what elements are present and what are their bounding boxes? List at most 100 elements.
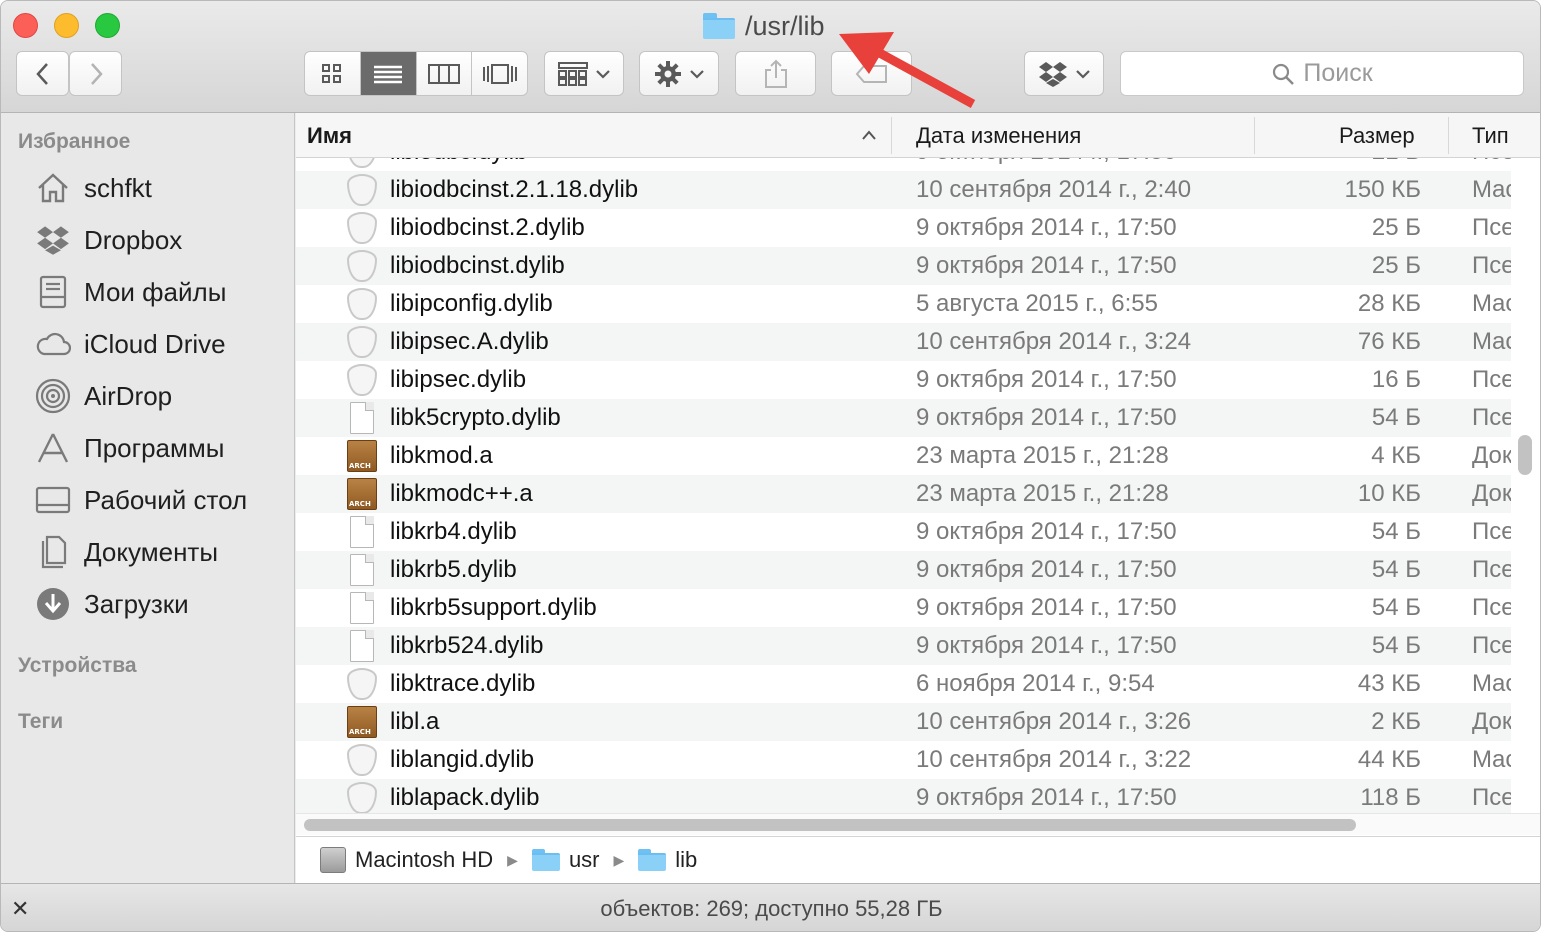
tag-button[interactable]	[831, 51, 912, 96]
horizontal-scrollbar[interactable]	[304, 819, 1356, 831]
hard-drive-icon	[320, 847, 346, 873]
table-row[interactable]: liblangid.dylib 10 сентября 2014 г., 3:22…	[296, 741, 1511, 779]
share-icon	[764, 59, 787, 88]
column-header-name[interactable]: Имя	[307, 123, 352, 149]
file-size: 150 КБ	[1344, 176, 1421, 203]
file-type: Псевдоним	[1472, 404, 1511, 431]
file-type: Mach-O	[1472, 670, 1511, 697]
table-row[interactable]: libipsec.A.dylib 10 сентября 2014 г., 3:2…	[296, 323, 1511, 361]
file-name: libkrb524.dylib	[390, 632, 544, 659]
search-placeholder: Поиск	[1303, 59, 1373, 87]
vertical-scrollbar[interactable]	[1518, 435, 1532, 475]
dropbox-icon	[35, 222, 71, 258]
document-file-icon	[350, 516, 374, 548]
sidebar-item-dropbox[interactable]: Dropbox	[35, 220, 182, 260]
column-header-date[interactable]: Дата изменения	[916, 123, 1081, 149]
document-file-icon	[350, 630, 374, 662]
sidebar-item-airdrop[interactable]: AirDrop	[35, 376, 172, 416]
close-button[interactable]	[13, 13, 38, 38]
file-name: libiodbcinst.dylib	[390, 252, 565, 279]
table-row[interactable]: libiodbcinst.dylib 9 октября 2014 г., 17:…	[296, 247, 1511, 285]
file-date: 10 сентября 2014 г., 3:26	[916, 708, 1192, 735]
file-type: Псевдоним	[1472, 632, 1511, 659]
path-item-lib[interactable]: lib	[638, 847, 697, 873]
file-date: 5 августа 2015 г., 6:55	[916, 290, 1158, 317]
table-row[interactable]: libl.a 10 сентября 2014 г., 3:26 2 КБ Докум…	[296, 703, 1511, 741]
table-row[interactable]: libkmodc++.a 23 марта 2015 г., 21:28 10 КБ…	[296, 475, 1511, 513]
column-header-type[interactable]: Тип	[1472, 123, 1509, 149]
coverflow-view-icon	[482, 63, 517, 84]
sidebar-item-label: Документы	[84, 536, 219, 567]
sidebar-item-label: Рабочий стол	[84, 484, 248, 515]
file-date: 9 октября 2014 г., 17:50	[916, 158, 1177, 166]
path-item-macintosh-hd[interactable]: Macintosh HD	[320, 847, 493, 873]
sidebar-item-label: AirDrop	[84, 380, 173, 411]
file-size: 54 Б	[1371, 632, 1421, 659]
sidebar-item-icloud[interactable]: iCloud Drive	[35, 324, 226, 364]
chevron-down-icon	[596, 69, 610, 79]
file-date: 9 октября 2014 г., 17:50	[916, 366, 1177, 393]
sidebar-section-devices[interactable]: Устройства	[18, 654, 137, 678]
sidebar-item-applications[interactable]: Программы	[35, 428, 224, 468]
icon-view-button[interactable]	[305, 52, 361, 95]
file-size: 4 КБ	[1371, 442, 1421, 469]
toggle-sidebar-icon[interactable]: ✕	[11, 896, 29, 922]
back-button[interactable]	[16, 51, 69, 96]
file-date: 23 марта 2015 г., 21:28	[916, 480, 1169, 507]
airdrop-icon	[35, 378, 71, 414]
sidebar-item-desktop[interactable]: Рабочий стол	[35, 480, 247, 520]
table-row[interactable]: liblapack.dylib 9 октября 2014 г., 17:50 1…	[296, 779, 1511, 817]
table-row[interactable]: libkrb4.dylib 9 октября 2014 г., 17:50 54 …	[296, 513, 1511, 551]
table-row[interactable]: libkmod.a 23 марта 2015 г., 21:28 4 КБ Доку…	[296, 437, 1511, 475]
forward-button[interactable]	[69, 51, 122, 96]
chevron-down-icon	[690, 69, 704, 79]
table-row[interactable]: libkrb5support.dylib 9 октября 2014 г., 1…	[296, 589, 1511, 627]
column-header-row: Имя Дата изменения Размер Тип	[296, 113, 1540, 158]
file-size: 10 КБ	[1357, 480, 1421, 507]
sidebar-section-favorites: Избранное	[18, 130, 131, 153]
documents-icon	[35, 534, 71, 570]
minimize-button[interactable]	[54, 13, 79, 38]
table-row[interactable]: libkrb524.dylib 9 октября 2014 г., 17:50 5…	[296, 627, 1511, 665]
file-type: Mach-O	[1472, 176, 1511, 203]
sidebar-item-home[interactable]: schfkt	[35, 168, 152, 208]
applications-icon	[35, 430, 71, 466]
share-button[interactable]	[735, 51, 816, 96]
column-view-button[interactable]	[417, 52, 473, 95]
table-row[interactable]: libkrb5.dylib 9 октября 2014 г., 17:50 54 …	[296, 551, 1511, 589]
search-field[interactable]: Поиск	[1120, 51, 1524, 96]
table-row[interactable]: libk5crypto.dylib 9 октября 2014 г., 17:5…	[296, 399, 1511, 437]
list-view-button[interactable]	[360, 52, 417, 95]
sidebar-item-documents[interactable]: Документы	[35, 532, 218, 572]
sidebar-section-tags[interactable]: Теги	[18, 710, 63, 734]
arrange-button[interactable]	[544, 51, 624, 96]
file-size: 2 КБ	[1371, 708, 1421, 735]
archive-file-icon	[347, 706, 377, 738]
all-files-icon	[35, 274, 71, 310]
table-row[interactable]: libiodbcinst.2.1.18.dylib 10 сентября 201…	[296, 171, 1511, 209]
file-size: 21 Б	[1372, 158, 1421, 166]
file-date: 10 сентября 2014 г., 3:22	[916, 746, 1192, 773]
sidebar-item-label: Загрузки	[84, 588, 189, 619]
path-item-usr[interactable]: usr	[531, 847, 600, 873]
sidebar-item-all-files[interactable]: Мои файлы	[35, 272, 226, 312]
table-row[interactable]: libipsec.dylib 9 октября 2014 г., 17:50 16…	[296, 361, 1511, 399]
table-row[interactable]: libiodbcinst.2.dylib 9 октября 2014 г., 1…	[296, 209, 1511, 247]
sidebar-item-label: Программы	[84, 432, 225, 463]
archive-file-icon	[347, 478, 377, 510]
action-button[interactable]	[639, 51, 719, 96]
dropbox-button[interactable]	[1024, 51, 1104, 96]
table-row[interactable]: libktrace.dylib 6 ноября 2014 г., 9:54 43 …	[296, 665, 1511, 703]
coverflow-view-button[interactable]	[472, 52, 527, 95]
sidebar: Избранное schfkt Dropbox Мои файлы iClou…	[1, 113, 295, 883]
file-date: 9 октября 2014 г., 17:50	[916, 784, 1177, 811]
zoom-button[interactable]	[95, 13, 120, 38]
file-type: Mach-O	[1472, 328, 1511, 355]
column-header-size[interactable]: Размер	[1339, 123, 1415, 149]
file-list: Имя Дата изменения Размер Тип libiodbc.d…	[296, 113, 1540, 836]
table-row[interactable]: libiodbc.dylib 9 октября 2014 г., 17:50 21…	[296, 158, 1511, 171]
cloud-icon	[35, 326, 71, 362]
sidebar-item-downloads[interactable]: Загрузки	[35, 584, 189, 624]
downloads-icon	[35, 586, 71, 622]
table-row[interactable]: libipconfig.dylib 5 августа 2015 г., 6:55…	[296, 285, 1511, 323]
